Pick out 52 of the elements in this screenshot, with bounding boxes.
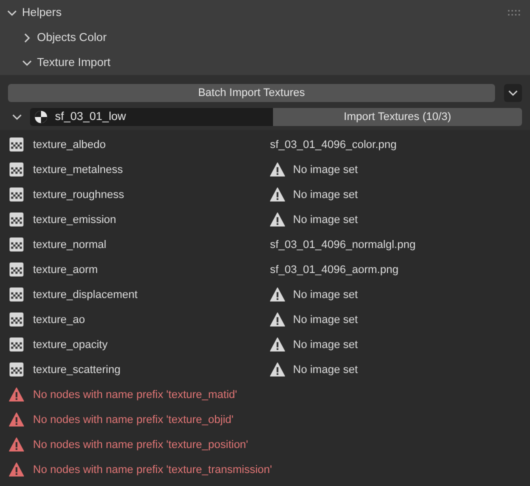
material-field[interactable]: sf_03_01_low (30, 108, 273, 126)
texture-file: No image set (293, 364, 358, 376)
error-message: No nodes with name prefix 'texture_transmission' (33, 464, 272, 476)
error-icon (9, 412, 24, 427)
subpanel-title[interactable]: Texture Import (37, 56, 110, 68)
panel-title[interactable]: Helpers (22, 7, 62, 19)
texture-name: texture_aorm (33, 264, 99, 276)
texture-file: sf_03_01_4096_color.png (270, 138, 397, 150)
texture-name: texture_ao (33, 314, 86, 326)
error-icon (9, 387, 24, 402)
texture-file: No image set (293, 214, 358, 226)
texture-name: texture_albedo (33, 138, 107, 150)
texture-file: No image set (293, 314, 358, 326)
texture-file: No image set (293, 288, 358, 300)
texture-file: sf_03_01_4096_aorm.png (270, 264, 398, 276)
texture-icon (9, 337, 24, 352)
texture-name: texture_roughness (33, 188, 126, 200)
error-message: No nodes with name prefix 'texture_objid' (33, 414, 234, 426)
texture-icon (9, 287, 24, 302)
texture-file: No image set (293, 164, 358, 176)
chevron-icon[interactable] (22, 58, 32, 68)
texture-name: texture_normal (33, 238, 108, 250)
texture-icon (9, 262, 24, 277)
material-sphere-icon (34, 110, 48, 124)
dropdown-button[interactable] (504, 84, 522, 102)
texture-name: texture_opacity (33, 338, 109, 350)
chevron-icon[interactable] (7, 8, 17, 18)
error-icon (9, 462, 24, 477)
texture-icon (9, 237, 24, 252)
texture-file: No image set (293, 338, 358, 350)
texture-file: No image set (293, 188, 358, 200)
chevron-icon (508, 88, 518, 98)
texture-icon (9, 362, 24, 377)
texture-name: texture_scattering (33, 364, 122, 376)
texture-icon (9, 137, 24, 152)
chevron-icon[interactable] (22, 32, 32, 42)
subpanel-title[interactable]: Objects Color (37, 32, 107, 44)
batch-import-button[interactable]: Batch Import Textures (8, 84, 495, 102)
texture-name: texture_emission (33, 214, 118, 226)
import-textures-button[interactable]: Import Textures (10/3) (273, 108, 522, 126)
texture-icon (9, 162, 24, 177)
error-message: No nodes with name prefix 'texture_position' (33, 438, 248, 450)
drag-handle-icon[interactable] (508, 10, 520, 16)
chevron-icon[interactable] (12, 112, 22, 122)
texture-icon (9, 187, 24, 202)
texture-file: sf_03_01_4096_normalgl.png (270, 238, 416, 250)
texture-icon (9, 212, 24, 227)
texture-name: texture_metalness (33, 164, 124, 176)
error-message: No nodes with name prefix 'texture_matid' (33, 388, 238, 400)
texture-name: texture_displacement (33, 288, 139, 300)
texture-icon (9, 312, 24, 327)
error-icon (9, 437, 24, 452)
